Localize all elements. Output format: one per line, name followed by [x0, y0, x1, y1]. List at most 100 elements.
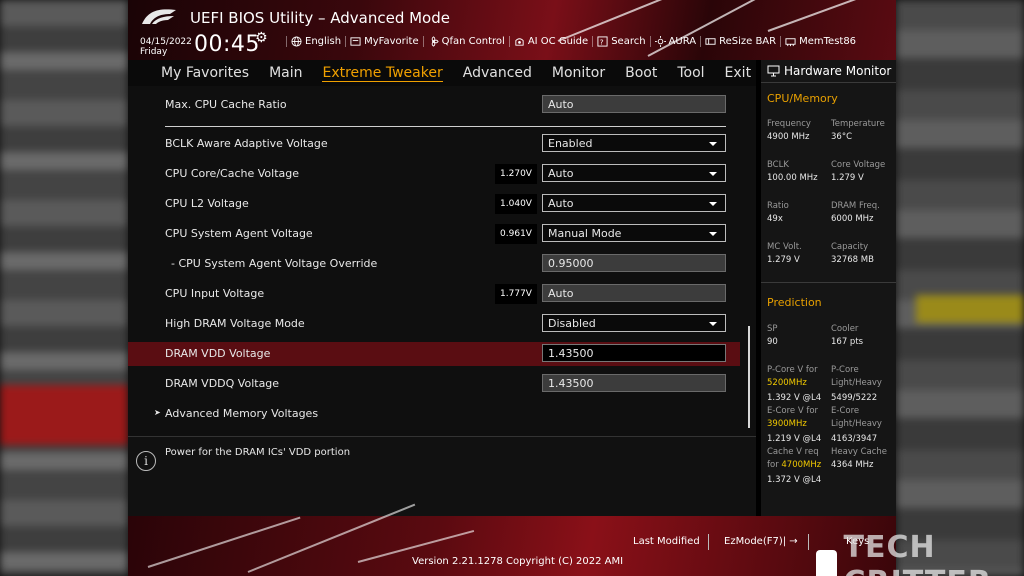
qfan-control-button[interactable]: Qfan Control: [422, 36, 509, 47]
setting-label: BCLK Aware Adaptive Voltage: [165, 137, 328, 150]
setting-label: DRAM VDD Voltage: [165, 347, 271, 360]
resize-bar-button[interactable]: ReSize BAR: [700, 36, 780, 47]
core-voltage-cell: Core Voltage 1.279 V: [831, 159, 885, 185]
scrollbar[interactable]: [748, 326, 750, 428]
ratio-label: Ratio: [767, 201, 789, 211]
current-voltage-readout: 1.270V: [495, 164, 537, 184]
sp-label: SP: [767, 324, 778, 334]
help-panel: i Power for the DRAM ICs' VDD portion: [128, 436, 756, 516]
setting-dram-vddq-voltage[interactable]: DRAM VDDQ Voltage 1.43500: [128, 372, 740, 396]
version-text: Version 2.21.1278 Copyright (C) 2022 AMI: [412, 556, 624, 567]
capacity-cell: Capacity 32768 MB: [831, 241, 874, 267]
fan-icon: [431, 36, 439, 47]
cpu-core-cache-voltage-dropdown[interactable]: Auto: [542, 164, 726, 182]
cache-v-req-label: Cache V req: [767, 447, 819, 457]
ai-oc-guide-button[interactable]: AI OC Guide: [508, 36, 592, 47]
setting-bclk-aware[interactable]: BCLK Aware Adaptive Voltage Enabled: [128, 132, 740, 156]
prediction-heading: Prediction: [767, 296, 822, 309]
memtest86-button[interactable]: MemTest86: [780, 36, 860, 47]
tech-critter-logo-icon: [816, 550, 838, 576]
submenu-label: Advanced Memory Voltages: [165, 407, 319, 420]
ecore-freq: 3900MHz: [767, 419, 807, 429]
aura-button[interactable]: AURA: [649, 36, 701, 47]
footer: Last Modified EzMode(F7)| → Keys Version…: [128, 503, 896, 576]
tab-monitor[interactable]: Monitor: [552, 65, 605, 81]
max-cpu-cache-ratio-field[interactable]: Auto: [542, 95, 726, 113]
setting-high-dram-voltage-mode[interactable]: High DRAM Voltage Mode Disabled: [128, 312, 740, 336]
tab-my-favorites[interactable]: My Favorites: [161, 65, 249, 81]
cpu-memory-heading: CPU/Memory: [767, 92, 838, 105]
pcore-v-for-label: P-Core V for: [767, 365, 818, 375]
dram-freq-value: 6000 MHz: [831, 214, 874, 224]
cooler-label: Cooler: [831, 324, 859, 334]
toolbar: English MyFavorite Qfan Control AI OC Gu…: [286, 36, 860, 47]
submenu-advanced-memory-voltages[interactable]: ➤ Advanced Memory Voltages: [128, 402, 740, 426]
setting-label: CPU System Agent Voltage: [165, 227, 313, 240]
ecore-light-heavy-value: 4163/3947: [831, 434, 878, 444]
search-icon: ?: [597, 36, 608, 47]
blurred-right-margin: [896, 0, 1024, 576]
bclk-value: 100.00 MHz: [767, 173, 818, 183]
tab-boot[interactable]: Boot: [625, 65, 657, 81]
header: UEFI BIOS Utility – Advanced Mode 04/15/…: [128, 0, 896, 60]
cpu-sa-voltage-override-field[interactable]: 0.95000: [542, 254, 726, 272]
myfavorite-icon: [350, 37, 361, 46]
last-modified-button[interactable]: Last Modified: [633, 536, 700, 547]
dram-vddq-voltage-field[interactable]: 1.43500: [542, 374, 726, 392]
dram-freq-label: DRAM Freq.: [831, 201, 880, 211]
tab-exit[interactable]: Exit: [725, 65, 752, 81]
setting-label: CPU Core/Cache Voltage: [165, 167, 299, 180]
language-label: English: [305, 36, 342, 47]
frequency-label: Frequency: [767, 119, 811, 129]
mc-volt-label: MC Volt.: [767, 242, 802, 252]
bclk-aware-dropdown[interactable]: Enabled: [542, 134, 726, 152]
setting-label: CPU L2 Voltage: [165, 197, 249, 210]
watermark: TECH CRITTER: [816, 530, 1024, 576]
aura-icon: [654, 36, 666, 47]
myfavorite-button[interactable]: MyFavorite: [345, 36, 423, 47]
setting-cpu-input-voltage[interactable]: CPU Input Voltage 1.777V Auto: [128, 282, 740, 306]
rog-logo-icon: [142, 9, 176, 24]
gear-icon[interactable]: ⚙: [255, 30, 268, 46]
cpu-input-voltage-field[interactable]: Auto: [542, 284, 726, 302]
heavy-cache-label: Heavy Cache: [831, 447, 888, 457]
tab-tool[interactable]: Tool: [677, 65, 704, 81]
search-button[interactable]: ? Search: [592, 36, 649, 47]
search-label: Search: [611, 36, 646, 47]
setting-dram-vdd-voltage[interactable]: DRAM VDD Voltage 1.43500: [128, 342, 740, 366]
temperature-value: 36°C: [831, 132, 853, 142]
setting-cpu-core-cache-voltage[interactable]: CPU Core/Cache Voltage 1.270V Auto: [128, 162, 740, 186]
pcore-voltage-value: 1.392 V @L4: [767, 393, 822, 403]
cpu-l2-voltage-dropdown[interactable]: Auto: [542, 194, 726, 212]
core-voltage-value: 1.279 V: [831, 173, 864, 183]
for-label: for: [767, 460, 779, 470]
settings-panel: Max. CPU Cache Ratio Auto BCLK Aware Ada…: [128, 86, 756, 436]
aura-label: AURA: [668, 36, 697, 47]
tab-main[interactable]: Main: [269, 65, 302, 81]
setting-label: - CPU System Agent Voltage Override: [171, 257, 378, 270]
dram-vdd-voltage-input[interactable]: 1.43500: [542, 344, 726, 362]
mc-volt-cell: MC Volt. 1.279 V: [767, 241, 802, 267]
light-heavy-label: Light/Heavy: [831, 419, 882, 429]
setting-cpu-l2-voltage[interactable]: CPU L2 Voltage 1.040V Auto: [128, 192, 740, 216]
language-button[interactable]: English: [286, 36, 345, 47]
sp-cell: SP 90: [767, 323, 778, 349]
high-dram-voltage-mode-dropdown[interactable]: Disabled: [542, 314, 726, 332]
tab-extreme-tweaker[interactable]: Extreme Tweaker: [322, 65, 443, 82]
ecore-v-for-label: E-Core V for: [767, 406, 819, 416]
globe-icon: [291, 36, 302, 47]
light-heavy-label: Light/Heavy: [831, 378, 882, 388]
main-nav: My Favorites Main Extreme Tweaker Advanc…: [128, 60, 756, 86]
tab-advanced[interactable]: Advanced: [463, 65, 532, 81]
pcore-light-heavy-value: 5499/5222: [831, 393, 878, 403]
cpu-system-agent-voltage-dropdown[interactable]: Manual Mode: [542, 224, 726, 242]
ezmode-button[interactable]: EzMode(F7)| →: [724, 536, 798, 547]
setting-cpu-system-agent-voltage[interactable]: CPU System Agent Voltage 0.961V Manual M…: [128, 222, 740, 246]
setting-cpu-sa-voltage-override[interactable]: - CPU System Agent Voltage Override 0.95…: [128, 252, 740, 276]
resize-bar-label: ReSize BAR: [719, 36, 777, 47]
ratio-value: 49x: [767, 214, 783, 224]
capacity-value: 32768 MB: [831, 255, 874, 265]
chevron-right-icon: ➤: [154, 408, 161, 417]
setting-max-cpu-cache-ratio[interactable]: Max. CPU Cache Ratio Auto: [128, 93, 740, 117]
core-voltage-label: Core Voltage: [831, 160, 886, 170]
